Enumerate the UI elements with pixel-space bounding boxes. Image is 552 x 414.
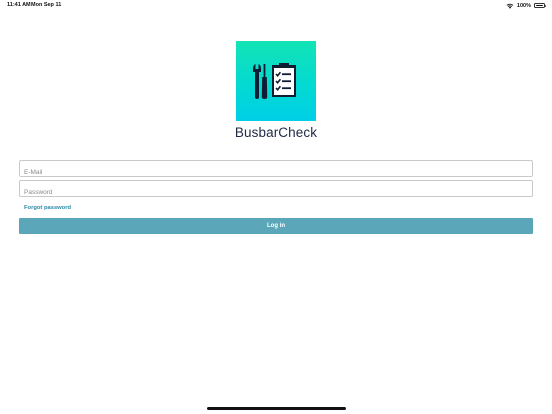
app-logo — [236, 41, 316, 121]
email-field[interactable] — [19, 160, 533, 180]
password-input[interactable] — [20, 185, 532, 200]
app-title: BusbarCheck — [234, 125, 318, 140]
forgot-password-link[interactable]: Forgot password — [24, 205, 71, 211]
status-bar: 11:41 AM Mon Sep 11 100% — [0, 0, 552, 12]
wrench-screwdriver-checklist-icon — [253, 63, 296, 99]
wifi-icon — [506, 3, 514, 9]
battery-fill — [535, 4, 544, 7]
home-indicator — [207, 407, 346, 410]
status-right-group: 100% — [506, 1, 546, 10]
password-field[interactable] — [19, 180, 533, 200]
email-input[interactable] — [20, 165, 532, 180]
battery-icon — [534, 3, 546, 8]
battery-percent: 100% — [516, 2, 531, 9]
login-button[interactable]: Log in — [19, 218, 533, 234]
status-time: 11:41 AM — [7, 2, 31, 8]
status-date: Mon Sep 11 — [31, 2, 62, 8]
